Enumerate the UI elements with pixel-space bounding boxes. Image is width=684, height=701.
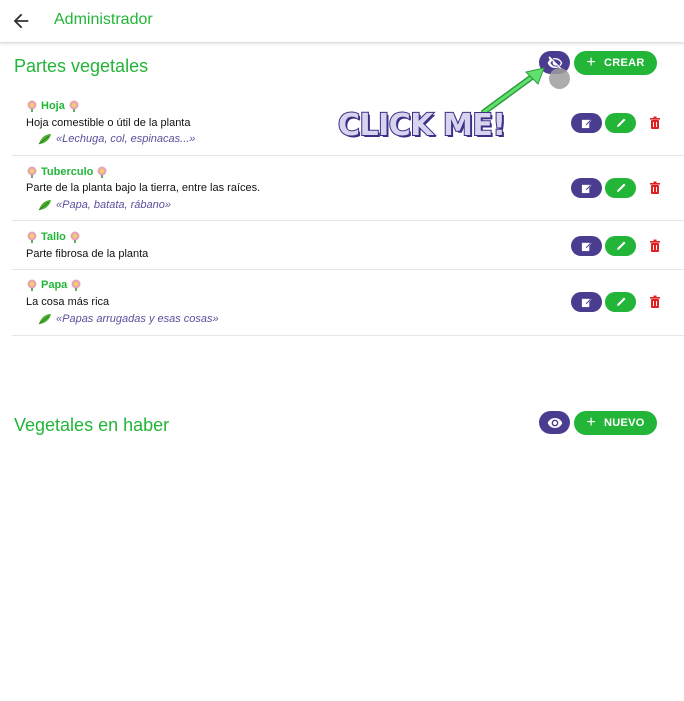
item-title: Papa: [26, 279, 82, 291]
flower-icon: [71, 279, 81, 291]
flower-icon: [27, 231, 37, 243]
trash-icon[interactable]: [649, 181, 661, 195]
item-title: Tuberculo: [26, 166, 108, 178]
pencil-icon: [616, 118, 625, 127]
new-button-label: NUEVO: [604, 417, 645, 429]
item-name: Tuberculo: [41, 166, 94, 178]
list-item: Tuberculo Parte de la planta bajo la tie…: [12, 156, 684, 221]
item-example: «Lechuga, col, espinacas...»: [38, 133, 195, 145]
flower-icon: [69, 100, 79, 112]
pencil-icon: [616, 241, 625, 250]
section-title-vegetales: Vegetales en haber: [14, 415, 170, 435]
leaf-icon: [38, 314, 51, 325]
arrow-left-icon[interactable]: [10, 10, 32, 32]
edit-details-button[interactable]: [571, 236, 602, 256]
item-description: La cosa más rica: [26, 296, 110, 308]
create-button[interactable]: + CREAR: [574, 51, 657, 75]
plus-icon: +: [586, 54, 597, 71]
pencil-icon: [616, 183, 625, 192]
trash-icon[interactable]: [649, 295, 661, 309]
flower-icon: [70, 231, 80, 243]
item-example: «Papas arrugadas y esas cosas»: [38, 313, 219, 325]
list-item: Hoja Hoja comestible o útil de la planta…: [12, 90, 684, 156]
leaf-icon: [38, 200, 51, 211]
edit-details-button[interactable]: [571, 292, 602, 312]
item-name: Hoja: [41, 100, 65, 112]
section-title-partes: Partes vegetales: [14, 56, 149, 76]
leaf-icon: [38, 134, 51, 145]
edit-details-button[interactable]: [571, 113, 602, 133]
item-title: Tallo: [26, 231, 81, 243]
edit-button[interactable]: [605, 236, 636, 256]
flower-icon: [27, 279, 37, 291]
app-bar: Administrador: [0, 0, 684, 43]
item-name: Papa: [41, 279, 68, 291]
flower-icon: [27, 100, 37, 112]
item-example: «Papa, batata, rábano»: [38, 199, 171, 211]
item-name: Tallo: [41, 231, 66, 243]
item-description: Hoja comestible o útil de la planta: [26, 117, 191, 129]
plus-icon: +: [586, 414, 597, 431]
item-description: Parte de la planta bajo la tierra, entre…: [26, 182, 261, 194]
edit-button[interactable]: [605, 178, 636, 198]
trash-icon[interactable]: [649, 239, 661, 253]
edit-button[interactable]: [605, 113, 636, 133]
edit-button[interactable]: [605, 292, 636, 312]
toggle-visibility-button[interactable]: [539, 411, 570, 434]
create-button-label: CREAR: [604, 57, 645, 69]
app-title: Administrador: [54, 11, 153, 28]
list-item: Tallo Parte fibrosa de la planta: [12, 221, 684, 270]
edit-note-icon: [581, 119, 592, 128]
click-ripple: [549, 68, 570, 89]
partes-list: Hoja Hoja comestible o útil de la planta…: [12, 90, 684, 336]
item-title: Hoja: [26, 100, 80, 112]
edit-note-icon: [581, 184, 592, 193]
item-description: Parte fibrosa de la planta: [26, 248, 149, 260]
pencil-icon: [616, 297, 625, 306]
edit-note-icon: [581, 242, 592, 251]
trash-icon[interactable]: [649, 116, 661, 130]
edit-note-icon: [581, 298, 592, 307]
edit-details-button[interactable]: [571, 178, 602, 198]
eye-icon: [547, 417, 562, 428]
flower-icon: [97, 166, 107, 178]
flower-icon: [27, 166, 37, 178]
list-item: Papa La cosa más rica «Papas arrugadas y…: [12, 270, 684, 336]
new-button[interactable]: + NUEVO: [574, 411, 657, 435]
